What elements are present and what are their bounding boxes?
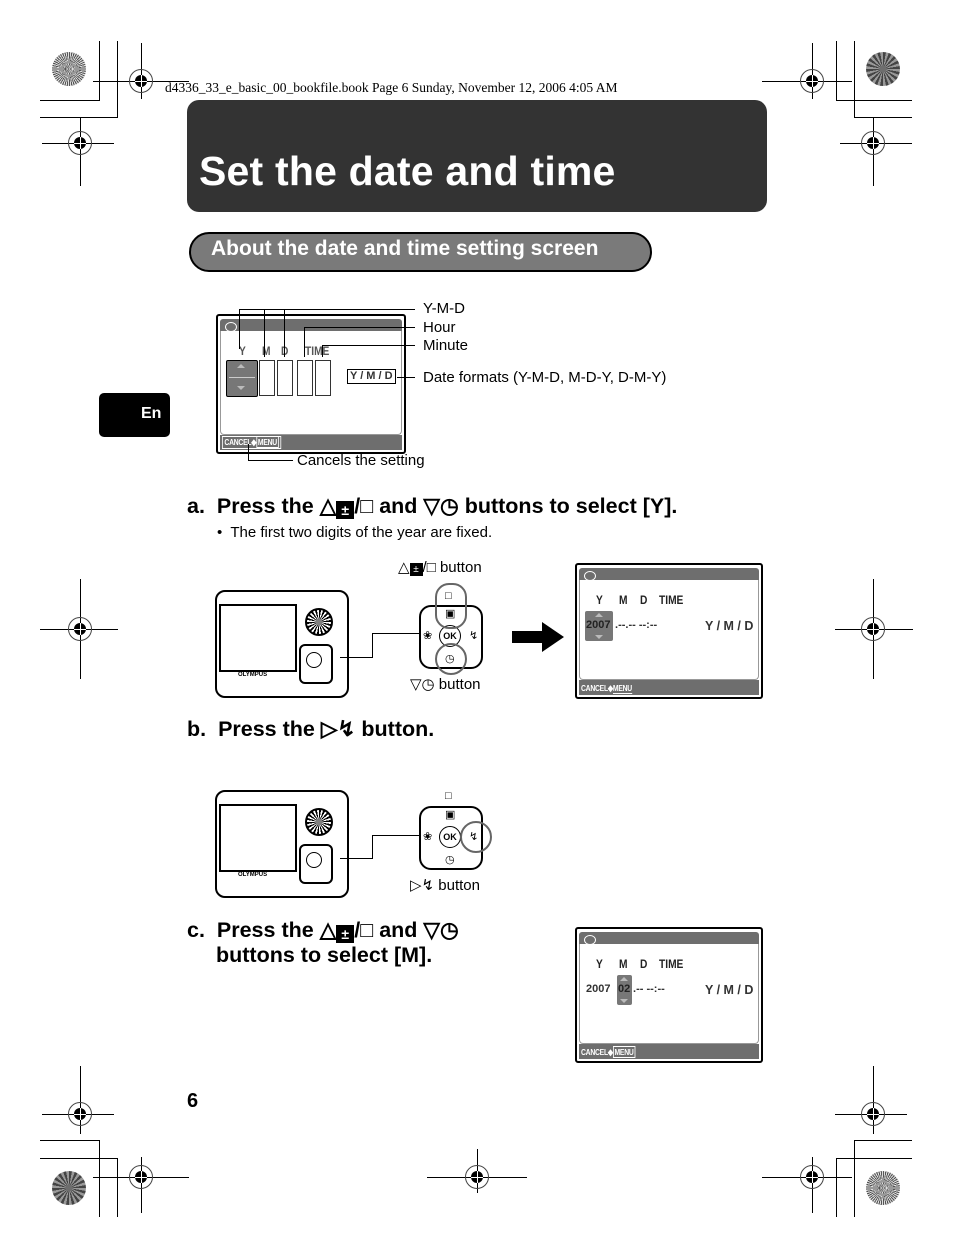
header-m: M bbox=[619, 593, 628, 607]
header-y: Y bbox=[239, 344, 246, 358]
callout-date-formats: Date formats (Y-M-D, M-D-Y, D-M-Y) bbox=[423, 369, 667, 386]
flash-icon: ↯ bbox=[469, 630, 479, 642]
step-b-instruction: b. Press the ▷↯ button. bbox=[187, 717, 435, 741]
day-field bbox=[277, 360, 293, 396]
header-time: TIME bbox=[659, 957, 684, 971]
color-target-icon bbox=[52, 1171, 86, 1205]
up-button-label: △ ±/□ button bbox=[398, 559, 482, 576]
hour-field bbox=[297, 360, 313, 396]
self-timer-icon: ◷ bbox=[445, 854, 455, 866]
step-c-instruction: c. Press the △ ±/□ and ▽◷ buttons to sele… bbox=[187, 918, 459, 967]
header-d: D bbox=[640, 593, 648, 607]
year-value: 2007 bbox=[586, 619, 611, 631]
highlight-circle-up bbox=[435, 583, 467, 629]
page-number: 6 bbox=[187, 1090, 199, 1112]
step-a-note: • The first two digits of the year are f… bbox=[217, 524, 493, 541]
camera-brand: OLYMPUS bbox=[238, 672, 268, 678]
flash-icon: ↯ bbox=[337, 717, 356, 741]
cancel-menu-label: CANCEL◆MENU bbox=[222, 436, 281, 449]
right-triangle-icon: ▷ bbox=[320, 717, 338, 741]
down-triangle-icon: ▽ bbox=[423, 494, 440, 518]
color-target-icon bbox=[866, 52, 900, 86]
header-time: TIME bbox=[305, 344, 330, 358]
self-timer-icon: ◷ bbox=[439, 918, 459, 942]
exposure-comp-icon: ▣ bbox=[445, 809, 456, 821]
header-y: Y bbox=[596, 593, 603, 607]
down-triangle-icon: ▽ bbox=[423, 918, 440, 942]
up-arrow-icon bbox=[620, 977, 628, 981]
self-timer-icon: ◷ bbox=[439, 494, 459, 518]
cancel-menu-label: CANCEL◆MENU bbox=[581, 683, 632, 694]
macro-icon: ❀ bbox=[423, 630, 433, 642]
date-format-value: Y / M / D bbox=[347, 369, 396, 384]
highlight-circle-right bbox=[460, 821, 492, 853]
page-title: Set the date and time bbox=[199, 148, 616, 194]
print-icon: □ bbox=[445, 790, 452, 802]
right-button-label: ▷↯ button bbox=[410, 877, 480, 894]
date-time-screen-diagram: Y M D TIME Y / M / D CANCEL◆MENU bbox=[216, 314, 406, 454]
callout-minute: Minute bbox=[423, 337, 469, 354]
callout-ymd: Y-M-D bbox=[423, 300, 465, 317]
up-triangle-icon: △ bbox=[319, 494, 337, 518]
camera-illustration: OLYMPUS bbox=[213, 784, 349, 898]
down-button-label: ▽◷ button bbox=[410, 676, 481, 693]
ok-button: OK bbox=[439, 826, 461, 848]
highlight-circle-down bbox=[435, 643, 467, 675]
section-title: About the date and time setting screen bbox=[211, 237, 599, 260]
language-tab-label: En bbox=[141, 405, 162, 422]
camera-illustration: OLYMPUS bbox=[213, 584, 349, 698]
color-target-icon bbox=[52, 52, 86, 86]
exposure-comp-icon: ± bbox=[336, 501, 355, 519]
down-arrow-icon bbox=[620, 999, 628, 1003]
date-time-screen-year: Y M D TIME 2007 .--.-- --:-- Y / M / D C… bbox=[575, 563, 763, 699]
down-arrow-icon bbox=[237, 386, 245, 390]
month-value: 02 bbox=[618, 983, 631, 995]
print-icon: □ bbox=[360, 918, 374, 942]
header-y: Y bbox=[596, 957, 603, 971]
callout-cancels: Cancels the setting bbox=[297, 452, 425, 469]
macro-icon: ❀ bbox=[423, 831, 433, 843]
up-arrow-icon bbox=[595, 613, 603, 617]
date-time-screen-month: Y M D TIME 2007 02 .-- --:-- Y / M / D C… bbox=[575, 927, 763, 1063]
camera-brand: OLYMPUS bbox=[238, 872, 268, 878]
minute-field bbox=[315, 360, 331, 396]
print-icon: □ bbox=[360, 494, 374, 518]
right-arrow-icon bbox=[512, 622, 564, 652]
exposure-comp-icon: ± bbox=[336, 925, 355, 943]
month-field bbox=[259, 360, 275, 396]
step-a-instruction: a. Press the △ ±/□ and ▽◷ buttons to sele… bbox=[187, 494, 678, 519]
file-info-header: d4336_33_e_basic_00_bookfile.book Page 6… bbox=[165, 80, 618, 95]
color-target-icon bbox=[866, 1171, 900, 1205]
date-format-value: Y / M / D bbox=[705, 983, 754, 997]
day-time-values: .-- --:-- bbox=[633, 983, 665, 995]
up-triangle-icon: △ bbox=[319, 918, 337, 942]
header-time: TIME bbox=[659, 593, 684, 607]
up-arrow-icon bbox=[237, 364, 245, 368]
month-day-time-values: .--.-- --:-- bbox=[615, 619, 658, 631]
cancel-menu-label: CANCEL◆MENU bbox=[581, 1046, 636, 1058]
header-m: M bbox=[619, 957, 628, 971]
year-value: 2007 bbox=[586, 983, 611, 995]
date-format-value: Y / M / D bbox=[705, 619, 754, 633]
header-d: D bbox=[640, 957, 648, 971]
callout-hour: Hour bbox=[423, 319, 456, 336]
down-arrow-icon bbox=[595, 635, 603, 639]
